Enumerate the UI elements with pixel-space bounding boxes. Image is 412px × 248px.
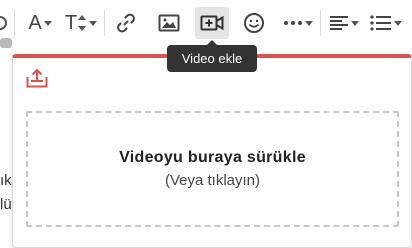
chevron-down-icon [305,20,313,26]
chevron-down-icon [43,20,52,26]
video-button[interactable] [195,7,229,39]
font-color-icon: A [28,11,42,34]
updown-icon [78,15,87,31]
background-element [0,38,12,48]
emoji-button[interactable] [239,7,269,39]
align-icon [330,16,348,30]
upload-icon[interactable] [26,68,48,93]
video-icon [200,15,224,31]
more-left-icon[interactable] [0,7,14,39]
tooltip: Video ekle [167,45,257,72]
chevron-down-icon [89,20,98,26]
align-button[interactable] [326,7,362,39]
video-dropzone[interactable]: Videoyu buraya sürükle (Veya tıklayın) [26,111,399,227]
video-upload-popup: Videoyu buraya sürükle (Veya tıklayın) [12,54,412,248]
more-options-button[interactable] [280,7,316,39]
more-options-icon [284,21,302,25]
dropzone-subtitle: (Veya tıklayın) [164,172,261,189]
background-text: ık [0,172,12,189]
link-icon [117,13,135,33]
dropzone-title: Videoyu buraya sürükle [119,149,306,166]
toolbar-divider [104,10,105,36]
toolbar-divider [14,10,15,36]
list-icon [370,15,391,31]
emoji-icon [244,13,264,33]
font-size-button[interactable]: T [62,7,100,39]
image-icon [158,14,180,32]
chevron-down-icon [394,20,402,26]
background-text: lü [0,196,12,213]
link-button[interactable] [112,7,140,39]
font-color-button[interactable]: A [22,7,58,39]
toolbar-divider [320,10,321,36]
font-size-icon: T [64,11,78,34]
chevron-down-icon [351,20,359,26]
list-button[interactable] [366,7,406,39]
image-button[interactable] [154,7,184,39]
